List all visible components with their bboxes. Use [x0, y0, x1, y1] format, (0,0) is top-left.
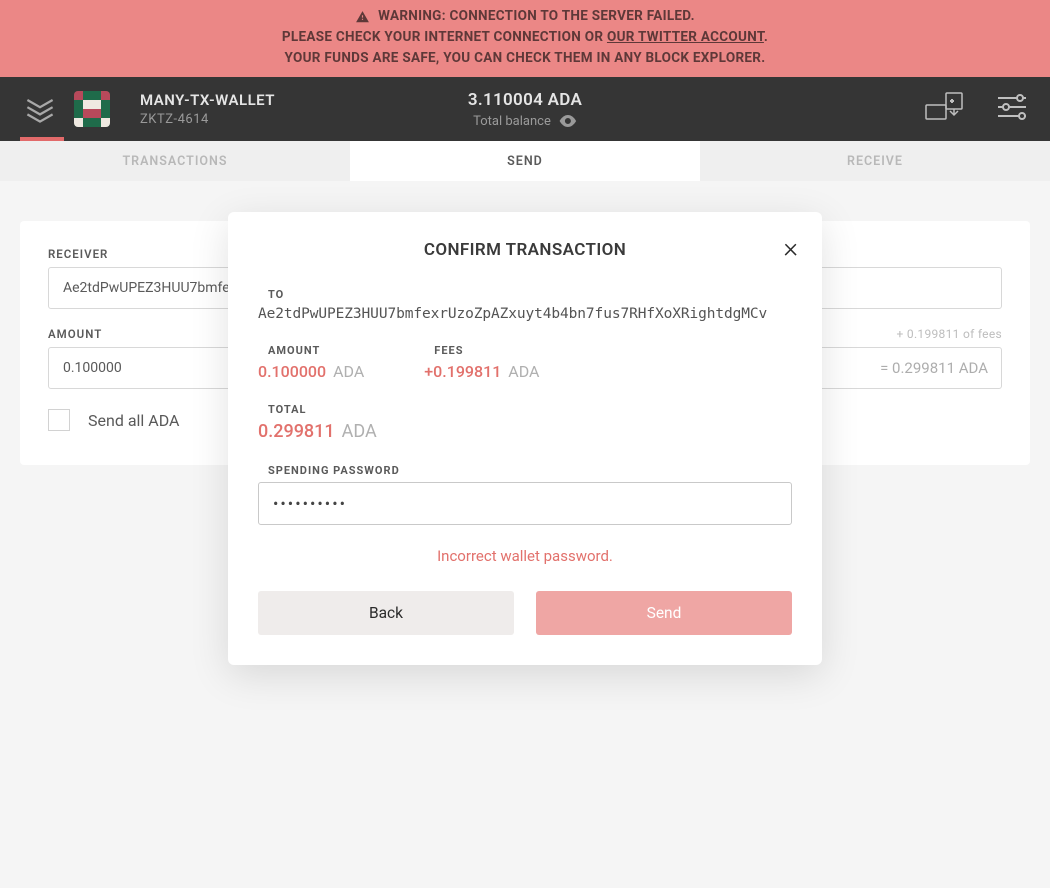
confirm-transaction-modal: CONFIRM TRANSACTION × TO Ae2tdPwUPEZ3HUU… [228, 212, 822, 665]
modal-overlay: CONFIRM TRANSACTION × TO Ae2tdPwUPEZ3HUU… [0, 0, 1050, 888]
password-label: SPENDING PASSWORD [258, 464, 792, 477]
modal-title: CONFIRM TRANSACTION [258, 240, 792, 260]
send-button[interactable]: Send [536, 591, 792, 635]
modal-amount-value: 0.100000 [258, 362, 326, 381]
password-error: Incorrect wallet password. [258, 547, 792, 565]
back-button[interactable]: Back [258, 591, 514, 635]
modal-amount-unit: ADA [333, 362, 364, 381]
modal-total-label: TOTAL [258, 403, 792, 416]
spending-password-input[interactable] [258, 482, 792, 525]
modal-amount-label: AMOUNT [258, 344, 364, 357]
close-icon[interactable]: × [783, 234, 798, 262]
modal-total-unit: ADA [342, 421, 377, 442]
modal-fees-unit: ADA [508, 362, 539, 381]
modal-fees-label: FEES [424, 344, 539, 357]
modal-total-value: 0.299811 [258, 421, 335, 442]
modal-fees-value: +0.199811 [424, 362, 501, 381]
to-label: TO [258, 288, 792, 301]
to-address: Ae2tdPwUPEZ3HUU7bmfexrUzoZpAZxuyt4b4bn7f… [258, 306, 792, 322]
